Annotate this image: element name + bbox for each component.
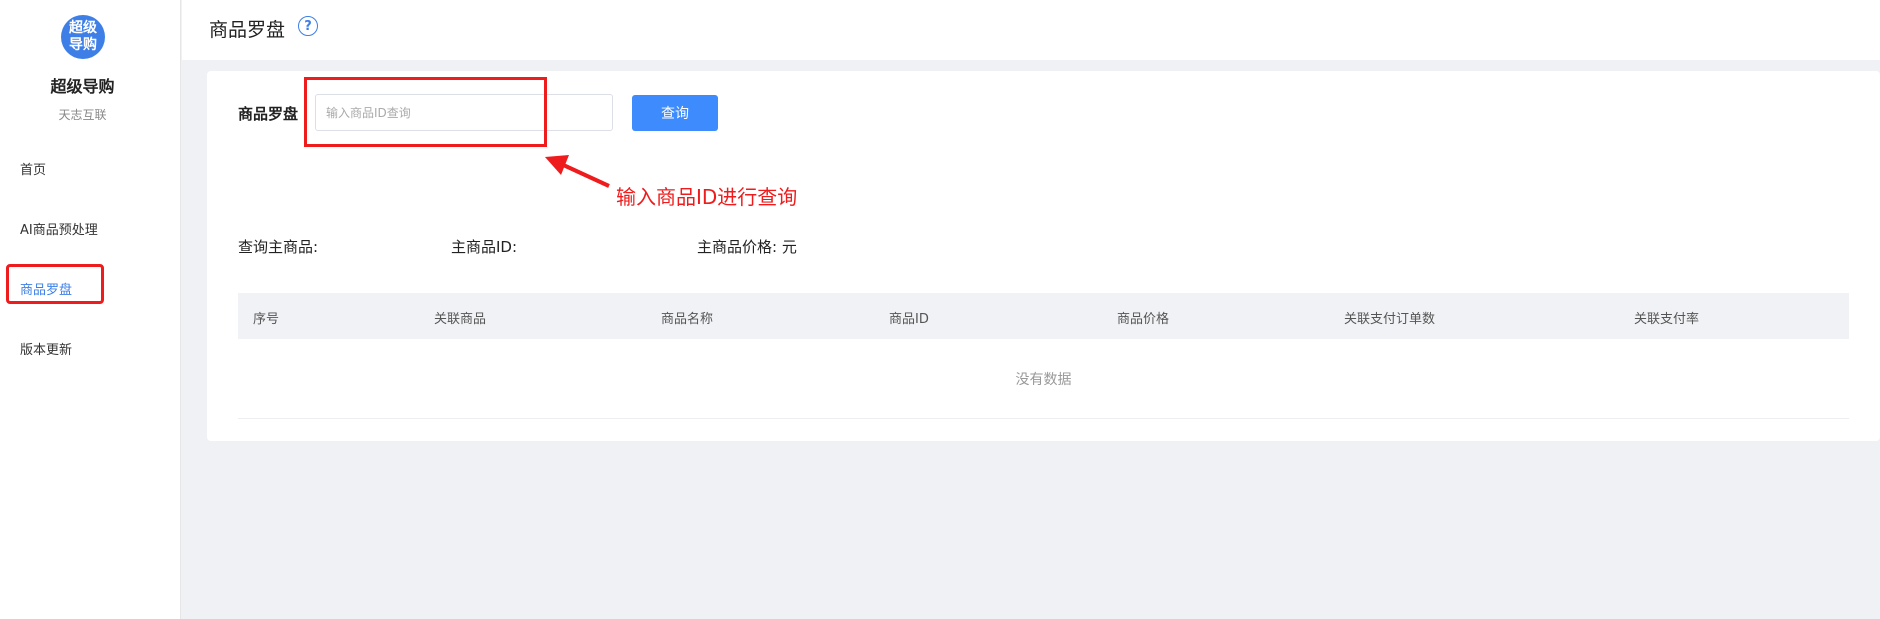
sidebar-item-version-update[interactable]: 版本更新: [20, 339, 72, 358]
main-product-label: 查询主商品:: [238, 238, 319, 256]
annotation-text: 输入商品ID进行查询: [616, 185, 798, 209]
table-empty-state: 没有数据: [238, 339, 1849, 419]
logo-line-1: 超级: [69, 20, 97, 36]
logo-line-2: 导购: [69, 37, 97, 53]
app-name: 超级导购: [50, 77, 115, 96]
annotation-highlight-nav: [6, 264, 104, 304]
page-header: 商品罗盘 ?: [182, 0, 1880, 60]
app-subtitle: 天志互联: [58, 108, 107, 122]
column-header-related-pay-rate: 关联支付率: [1634, 312, 1700, 327]
column-header-product-price: 商品价格: [1117, 312, 1170, 327]
sidebar-item-home[interactable]: 首页: [20, 159, 46, 178]
query-button[interactable]: 查询: [632, 95, 718, 131]
column-header-index: 序号: [253, 312, 280, 327]
column-header-product-id: 商品ID: [889, 312, 929, 327]
main-panel: 商品罗盘 查询 输入商品ID进行查询 查询主商品: 主商品ID: 主商品价格: …: [207, 71, 1880, 441]
annotation-highlight-input: [304, 77, 547, 147]
annotation-arrow-icon: [545, 155, 610, 188]
table-header: 序号 关联商品 商品名称 商品ID 商品价格 关联支付订单数 关联支付率: [238, 293, 1849, 339]
column-header-related-orders: 关联支付订单数: [1344, 312, 1436, 327]
search-label: 商品罗盘: [238, 105, 299, 123]
sidebar: 超级 导购 超级导购 天志互联 首页 AI商品预处理 商品罗盘 版本更新: [0, 0, 181, 619]
column-header-product-name: 商品名称: [661, 312, 714, 327]
column-header-related-product: 关联商品: [434, 312, 487, 327]
main-product-id-label: 主商品ID:: [451, 238, 518, 256]
sidebar-item-ai-preprocess[interactable]: AI商品预处理: [20, 219, 98, 238]
page-title: 商品罗盘: [209, 19, 286, 41]
help-icon[interactable]: ?: [298, 16, 318, 36]
app-logo: 超级 导购: [61, 15, 105, 59]
main-product-price-label: 主商品价格: 元: [697, 238, 797, 256]
related-products-table: 序号 关联商品 商品名称 商品ID 商品价格 关联支付订单数 关联支付率 没有数…: [238, 293, 1849, 419]
